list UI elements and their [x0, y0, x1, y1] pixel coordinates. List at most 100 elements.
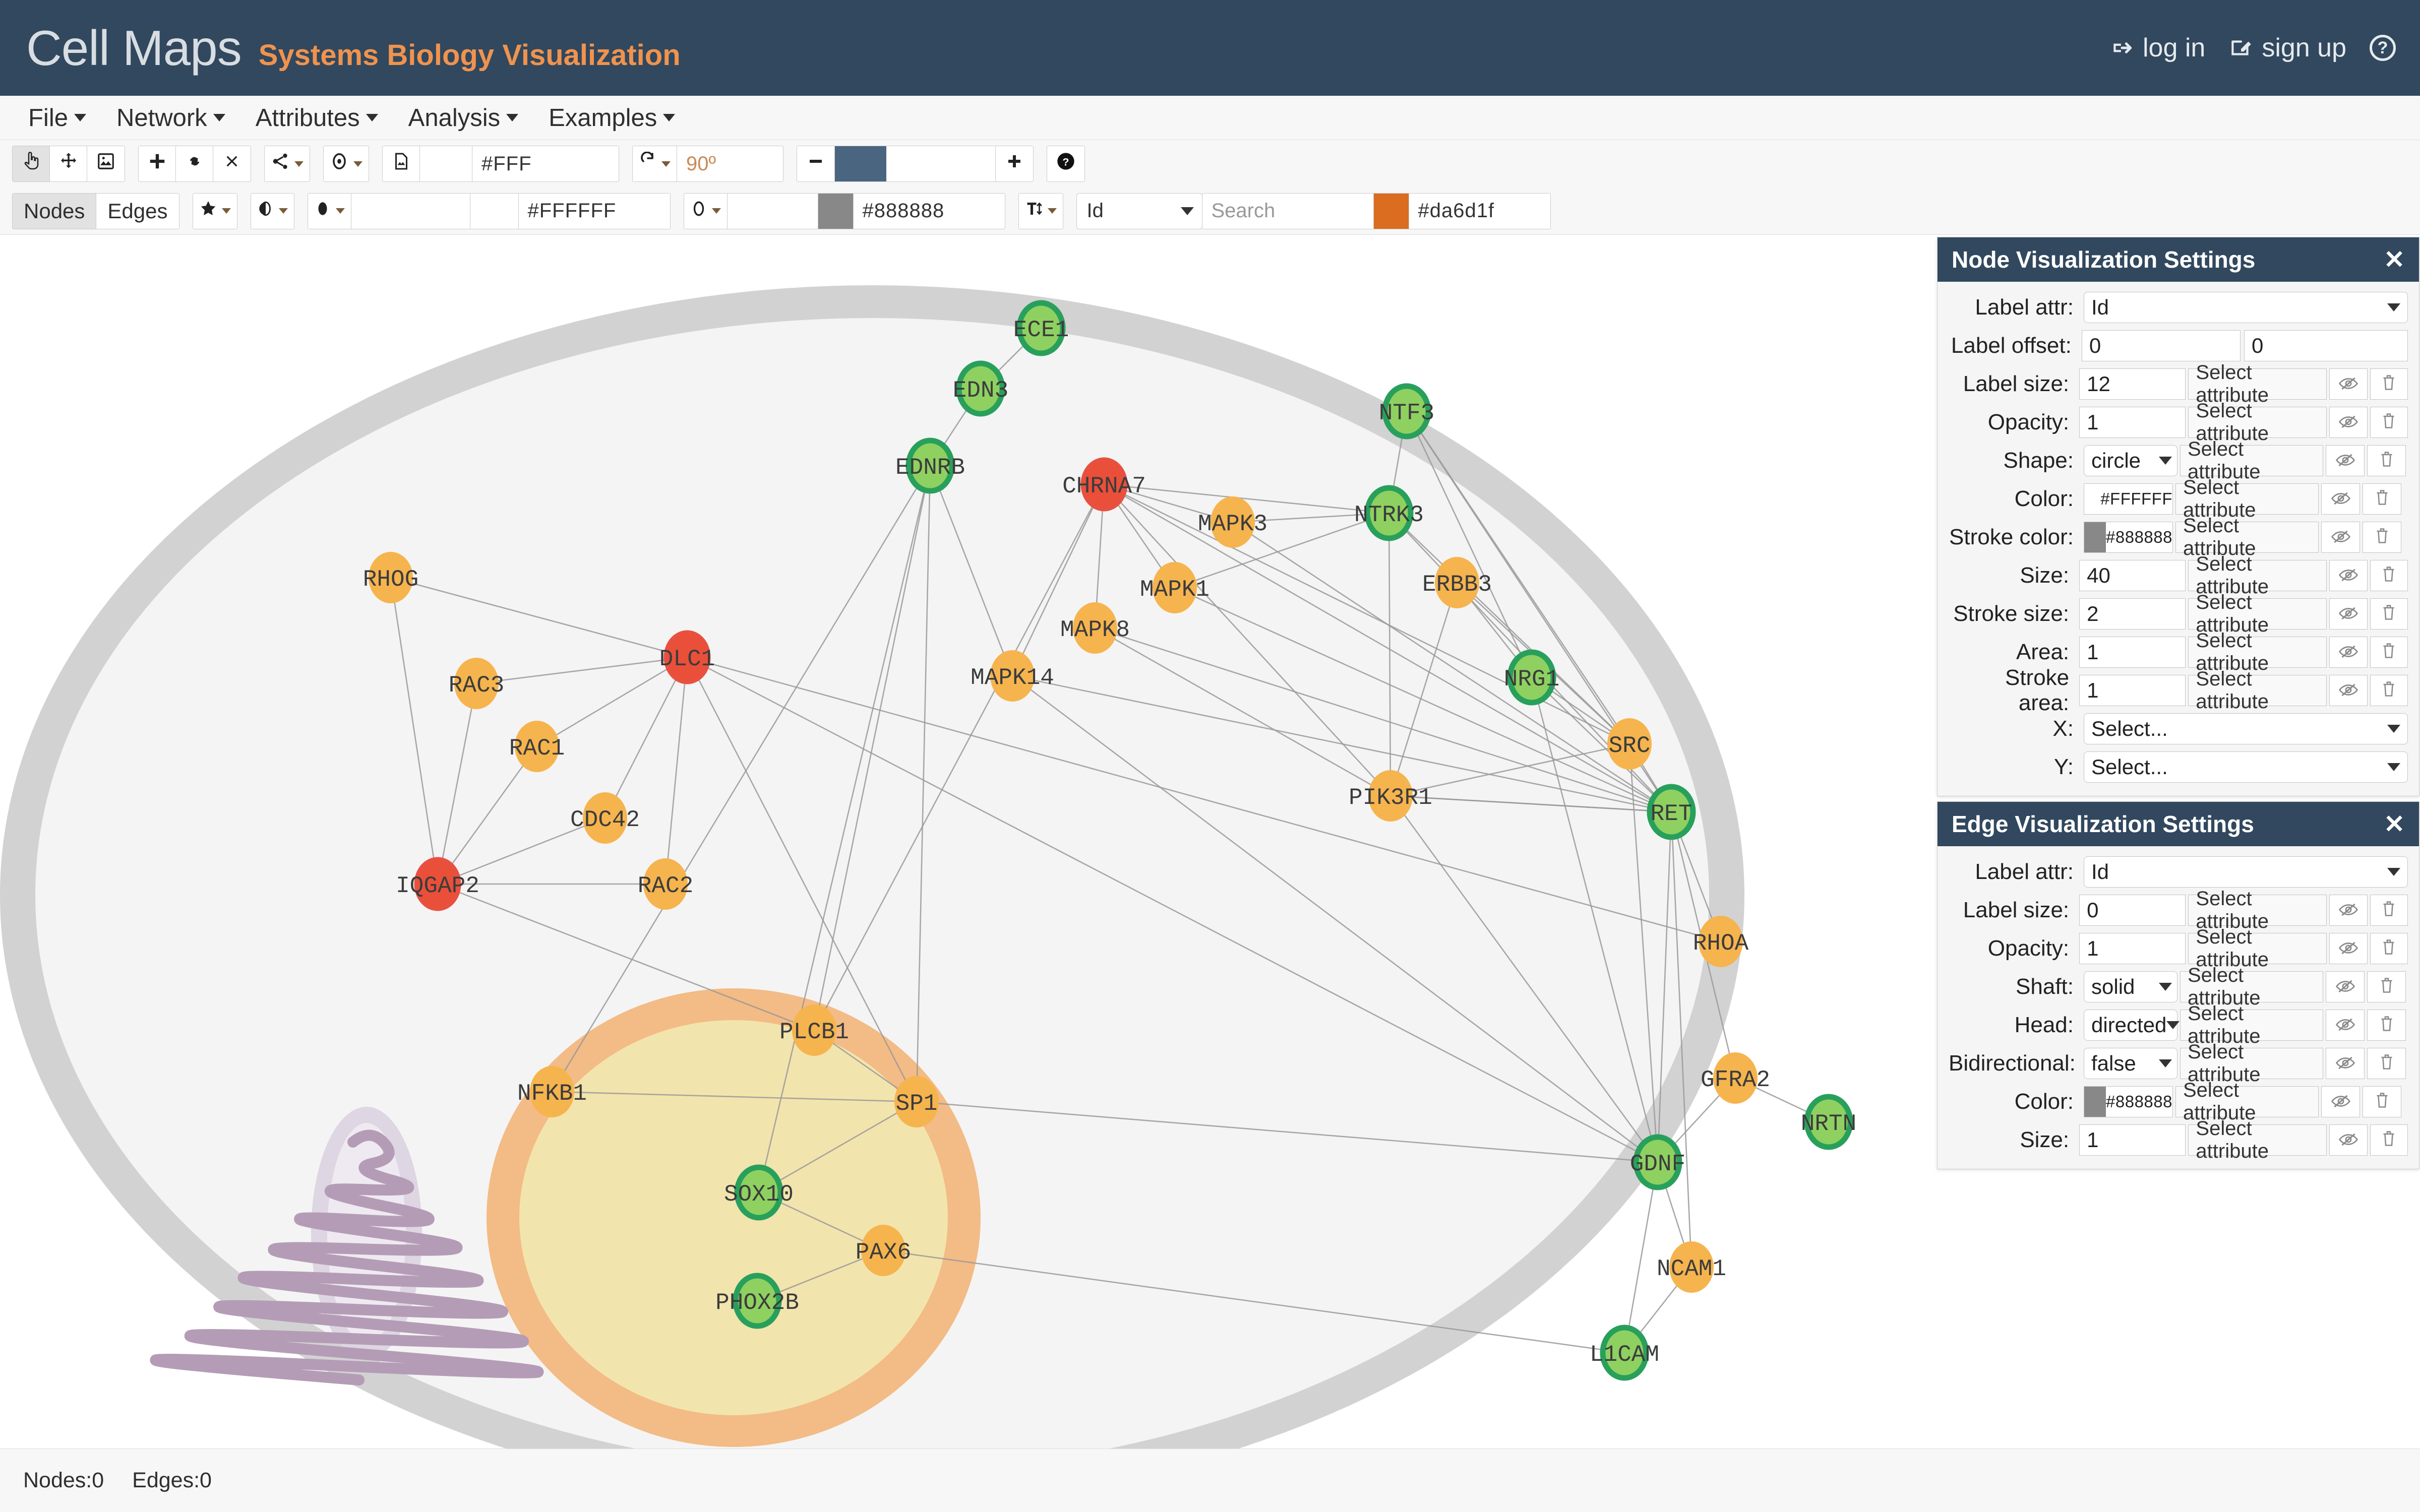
export-image-button[interactable] — [383, 146, 420, 181]
text-size-button[interactable] — [1018, 193, 1063, 229]
edge-label-size-visibility-toggle[interactable] — [2329, 894, 2368, 926]
graph-node[interactable]: SP1 — [894, 1076, 939, 1127]
edge-opacity-select-attribute[interactable]: Select attribute — [2188, 926, 2327, 971]
edge-opacity-delete-button[interactable] — [2370, 932, 2408, 964]
search-input[interactable]: Search — [1202, 193, 1374, 229]
edge-label-attr-select[interactable]: Id — [2084, 856, 2408, 888]
edge-shaft-select-attribute[interactable]: Select attribute — [2180, 964, 2323, 1009]
edge-head-select-attribute[interactable]: Select attribute — [2180, 1002, 2323, 1047]
add-node-button[interactable] — [139, 146, 176, 181]
node-stroke-size-delete-button[interactable] — [2370, 598, 2408, 629]
edge-head-visibility-toggle[interactable] — [2326, 1009, 2365, 1041]
delete-button[interactable] — [213, 146, 251, 181]
node-opacity-input[interactable]: 1 — [2079, 406, 2186, 438]
edge-color-value[interactable]: #888888 — [2106, 1087, 2172, 1117]
node-stroke-size-input[interactable]: 2 — [2079, 598, 2186, 629]
menu-examples[interactable]: Examples — [535, 100, 688, 136]
node-stroke-color-swatch[interactable] — [2084, 522, 2106, 552]
node-label-attr-select[interactable]: Id — [2084, 291, 2408, 323]
node-stroke-color-delete-button[interactable] — [2363, 521, 2401, 553]
node-label-size-input[interactable]: 12 — [2079, 368, 2186, 400]
fill-color-swatch[interactable] — [351, 193, 470, 229]
fill-color-value[interactable]: #FFFFFF — [518, 193, 670, 229]
highlight-color-value[interactable]: #da6d1f — [1409, 193, 1550, 229]
highlight-color-swatch[interactable] — [1373, 193, 1409, 229]
toolbar-help-button[interactable]: ? — [1047, 146, 1084, 181]
edge-bidirectional-select[interactable]: false — [2084, 1047, 2177, 1079]
node-opacity-visibility-toggle[interactable] — [2329, 406, 2368, 438]
node-area-input[interactable]: 1 — [2079, 636, 2186, 668]
edge-color-visibility-toggle[interactable] — [2321, 1086, 2360, 1117]
edge-color-select-attribute[interactable]: Select attribute — [2175, 1079, 2319, 1124]
node-x-select[interactable]: Select... — [2084, 713, 2408, 744]
node-area-select-attribute[interactable]: Select attribute — [2188, 629, 2327, 674]
node-area-delete-button[interactable] — [2370, 636, 2408, 668]
node-stroke-color-visibility-toggle[interactable] — [2321, 521, 2360, 553]
node-stroke-area-delete-button[interactable] — [2370, 674, 2408, 706]
pan-tool-button[interactable] — [50, 146, 87, 181]
edge-size-delete-button[interactable] — [2370, 1124, 2408, 1156]
edge-bidirectional-select-attribute[interactable]: Select attribute — [2180, 1041, 2323, 1086]
close-icon[interactable]: ✕ — [2384, 811, 2405, 837]
node-size-visibility-toggle[interactable] — [2329, 559, 2368, 591]
graph-node[interactable]: SRC — [1607, 718, 1652, 770]
node-color-value[interactable]: #FFFFFF — [2100, 484, 2172, 514]
shape-button[interactable] — [193, 193, 237, 229]
node-label-offset-y-input[interactable]: 0 — [2244, 330, 2408, 361]
edge-shaft-visibility-toggle[interactable] — [2326, 971, 2365, 1002]
node-size-input[interactable]: 40 — [2079, 559, 2186, 591]
edge-opacity-input[interactable]: 1 — [2079, 932, 2186, 964]
menu-network[interactable]: Network — [103, 100, 238, 136]
edge-opacity-visibility-toggle[interactable] — [2329, 932, 2368, 964]
node-color-field[interactable]: #FFFFFF — [2084, 483, 2173, 515]
rotate-button[interactable] — [633, 146, 677, 181]
menu-attributes[interactable]: Attributes — [243, 100, 391, 136]
edge-label-size-input[interactable]: 0 — [2079, 894, 2186, 926]
edge-bidirectional-delete-button[interactable] — [2367, 1047, 2406, 1079]
edge-shaft-delete-button[interactable] — [2367, 971, 2406, 1002]
node-stroke-area-select-attribute[interactable]: Select attribute — [2188, 668, 2327, 713]
node-size-select-attribute[interactable]: Select attribute — [2188, 553, 2327, 598]
node-size-delete-button[interactable] — [2370, 559, 2408, 591]
edge-bidirectional-visibility-toggle[interactable] — [2326, 1047, 2365, 1079]
zoom-in-button[interactable] — [996, 146, 1033, 181]
node-color-swatch[interactable] — [2084, 483, 2101, 514]
menu-file[interactable]: File — [15, 100, 99, 136]
image-tool-button[interactable] — [87, 146, 125, 181]
label-attr-select[interactable]: Id — [1076, 193, 1202, 229]
edge-size-input[interactable]: 1 — [2079, 1124, 2186, 1156]
add-edge-button[interactable] — [176, 146, 213, 181]
node-stroke-color-select-attribute[interactable]: Select attribute — [2175, 515, 2319, 559]
node-stroke-color-value[interactable]: #888888 — [2106, 522, 2172, 552]
edge-label-size-select-attribute[interactable]: Select attribute — [2188, 888, 2327, 932]
node-stroke-size-select-attribute[interactable]: Select attribute — [2188, 591, 2327, 636]
node-label-size-visibility-toggle[interactable] — [2329, 368, 2368, 400]
node-y-select[interactable]: Select... — [2084, 751, 2408, 783]
edge-size-select-attribute[interactable]: Select attribute — [2188, 1117, 2327, 1162]
node-stroke-area-visibility-toggle[interactable] — [2329, 674, 2368, 706]
graph-node[interactable]: L1CAM — [1590, 1325, 1659, 1381]
layout-button[interactable] — [265, 146, 310, 181]
login-button[interactable]: log in — [2109, 33, 2205, 63]
edge-shaft-select[interactable]: solid — [2084, 971, 2177, 1002]
node-opacity-select-attribute[interactable]: Select attribute — [2188, 400, 2327, 445]
node-shape-delete-button[interactable] — [2367, 445, 2406, 476]
rotate-angle-value[interactable]: 90º — [677, 146, 783, 181]
edge-color-delete-button[interactable] — [2363, 1086, 2401, 1117]
stroke-color-blank[interactable] — [727, 193, 818, 229]
stroke-color-value[interactable]: #888888 — [853, 193, 1005, 229]
node-label-offset-x-input[interactable]: 0 — [2081, 330, 2241, 361]
edge-color-field[interactable]: #888888 — [2084, 1086, 2173, 1117]
zoom-out-button[interactable] — [797, 146, 834, 181]
node-area-visibility-toggle[interactable] — [2329, 636, 2368, 668]
selection-mode-button[interactable] — [324, 146, 369, 181]
help-icon[interactable]: ? — [2370, 35, 2396, 61]
stroke-color-swatch[interactable] — [818, 193, 854, 229]
edge-size-visibility-toggle[interactable] — [2329, 1124, 2368, 1156]
node-label-size-select-attribute[interactable]: Select attribute — [2188, 361, 2327, 406]
node-label-size-delete-button[interactable] — [2370, 368, 2408, 400]
edge-label-size-delete-button[interactable] — [2370, 894, 2408, 926]
background-color-value[interactable]: #FFF — [472, 146, 619, 181]
node-stroke-area-input[interactable]: 1 — [2079, 674, 2186, 706]
node-shape-select[interactable]: circle — [2084, 445, 2177, 476]
